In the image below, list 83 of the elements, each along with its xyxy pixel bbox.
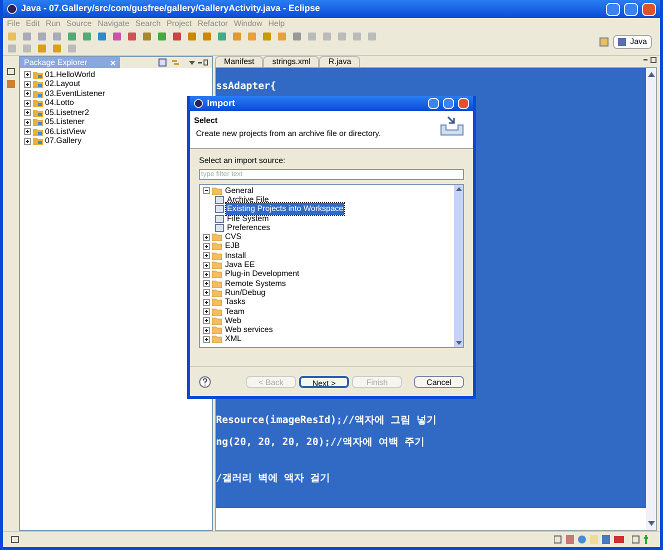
project-folder-icon bbox=[33, 128, 43, 136]
expand-icon[interactable] bbox=[203, 326, 210, 334]
dialog-button[interactable]: Cancel bbox=[414, 376, 464, 388]
minimize-button[interactable] bbox=[428, 98, 439, 109]
view-menu-icon[interactable] bbox=[188, 58, 208, 66]
window-title: Java - 07.Gallery/src/com/gusfree/gallery/GalleryActivity.java - Eclipse bbox=[21, 2, 321, 16]
editor-tab[interactable]: strings.xml bbox=[263, 56, 320, 67]
maximize-button[interactable] bbox=[443, 98, 454, 109]
editor-tab[interactable]: Manifest bbox=[215, 56, 264, 67]
expand-icon[interactable] bbox=[24, 118, 31, 126]
minimize-button[interactable] bbox=[606, 2, 620, 16]
expand-icon[interactable] bbox=[203, 317, 210, 324]
project-folder-icon bbox=[33, 90, 43, 98]
code-line: ng(20, 20, 20, 20);//액자에 여백 주기 bbox=[216, 436, 426, 449]
import-tray-icon bbox=[439, 115, 465, 137]
close-button[interactable] bbox=[458, 98, 469, 109]
project-folder-icon bbox=[33, 80, 43, 88]
expand-icon[interactable] bbox=[24, 71, 31, 78]
code-line: ssAdapter{ bbox=[216, 80, 278, 93]
expand-icon[interactable] bbox=[203, 234, 210, 241]
vertical-scrollbar[interactable] bbox=[454, 185, 463, 347]
vertical-scrollbar[interactable] bbox=[646, 68, 656, 530]
package-tree-item[interactable]: 02.Layout bbox=[45, 78, 80, 90]
expand-icon[interactable] bbox=[203, 289, 210, 296]
expand-icon[interactable] bbox=[203, 242, 210, 250]
maximize-button[interactable] bbox=[624, 2, 638, 16]
editor-tab[interactable]: R.java bbox=[319, 56, 360, 67]
dialog-title: Import bbox=[207, 96, 236, 110]
import-source-tree[interactable]: General Archive File Existing Projects into Workspace File System Preferences CVS EJB Install Java EE Plug-in Development Remote Systems Run/Debug Tasks Team Web Web services XML bbox=[199, 184, 464, 348]
project-folder-icon bbox=[33, 137, 43, 146]
source-label: Select an import source: bbox=[199, 155, 286, 167]
java-perspective-button[interactable]: Java bbox=[613, 35, 652, 49]
scroll-down-icon[interactable] bbox=[648, 521, 654, 526]
project-folder-icon bbox=[33, 99, 43, 108]
expand-icon[interactable] bbox=[24, 90, 31, 98]
close-icon[interactable] bbox=[110, 60, 116, 66]
code-line: Resource(imageResId);//액자에 그림 넣기 bbox=[216, 414, 438, 427]
package-tree-item[interactable]: 05.Lisetner2 bbox=[45, 106, 90, 119]
help-icon[interactable] bbox=[199, 376, 211, 388]
tree-item[interactable]: Tasks bbox=[224, 296, 246, 308]
panel-title: Package Explorer bbox=[24, 56, 88, 68]
link-editor-icon[interactable] bbox=[171, 58, 180, 67]
package-tree-item[interactable]: 06.ListView bbox=[45, 126, 86, 138]
expand-icon[interactable] bbox=[24, 100, 31, 107]
expand-icon[interactable] bbox=[203, 280, 210, 288]
code-line: /갤러리 벽에 액자 걸기 bbox=[216, 472, 332, 485]
java-perspective-icon bbox=[618, 38, 626, 46]
tree-item[interactable]: Existing Projects into Workspace bbox=[226, 203, 344, 216]
scroll-down-icon[interactable] bbox=[456, 341, 462, 345]
page-heading: Select bbox=[194, 115, 219, 127]
package-tree-item[interactable]: 05.Listener bbox=[45, 116, 85, 128]
project-folder-icon bbox=[33, 118, 43, 126]
expand-icon[interactable] bbox=[203, 336, 210, 343]
expand-icon[interactable] bbox=[24, 128, 31, 136]
package-tree-item[interactable]: 03.EventListener bbox=[45, 88, 106, 100]
tree-item[interactable]: Install bbox=[224, 250, 247, 262]
dialog-button[interactable]: Next > bbox=[299, 376, 349, 388]
folder-icon bbox=[212, 186, 222, 195]
project-folder-icon bbox=[33, 70, 43, 79]
restore-icon[interactable] bbox=[7, 68, 15, 75]
open-perspective-icon[interactable] bbox=[599, 37, 610, 47]
collapse-all-icon[interactable] bbox=[158, 58, 167, 67]
scroll-up-icon[interactable] bbox=[648, 72, 654, 77]
expand-icon[interactable] bbox=[24, 80, 31, 88]
package-explorer-icon[interactable] bbox=[6, 79, 16, 89]
status-toolbar-icon[interactable] bbox=[554, 535, 624, 544]
package-tree-item[interactable]: 01.HelloWorld bbox=[45, 68, 96, 81]
page-description: Create new projects from an archive file or directory. bbox=[195, 128, 382, 140]
expand-icon[interactable] bbox=[24, 109, 31, 116]
project-folder-icon bbox=[33, 108, 43, 117]
expand-icon[interactable] bbox=[203, 298, 210, 306]
close-button[interactable] bbox=[642, 2, 656, 16]
minimize-maximize-icon[interactable] bbox=[643, 57, 657, 63]
expand-icon[interactable] bbox=[203, 270, 210, 278]
expand-icon[interactable] bbox=[203, 262, 210, 269]
fast-view-icon[interactable] bbox=[11, 536, 19, 543]
scroll-up-icon[interactable] bbox=[456, 187, 462, 191]
expand-icon[interactable] bbox=[24, 138, 31, 145]
package-tree-item[interactable]: 07.Gallery bbox=[45, 135, 82, 148]
expand-icon[interactable] bbox=[203, 308, 210, 315]
collapse-icon[interactable] bbox=[203, 187, 210, 194]
expand-icon[interactable] bbox=[203, 252, 210, 260]
package-tree-item[interactable]: 04.Lotto bbox=[45, 97, 74, 110]
